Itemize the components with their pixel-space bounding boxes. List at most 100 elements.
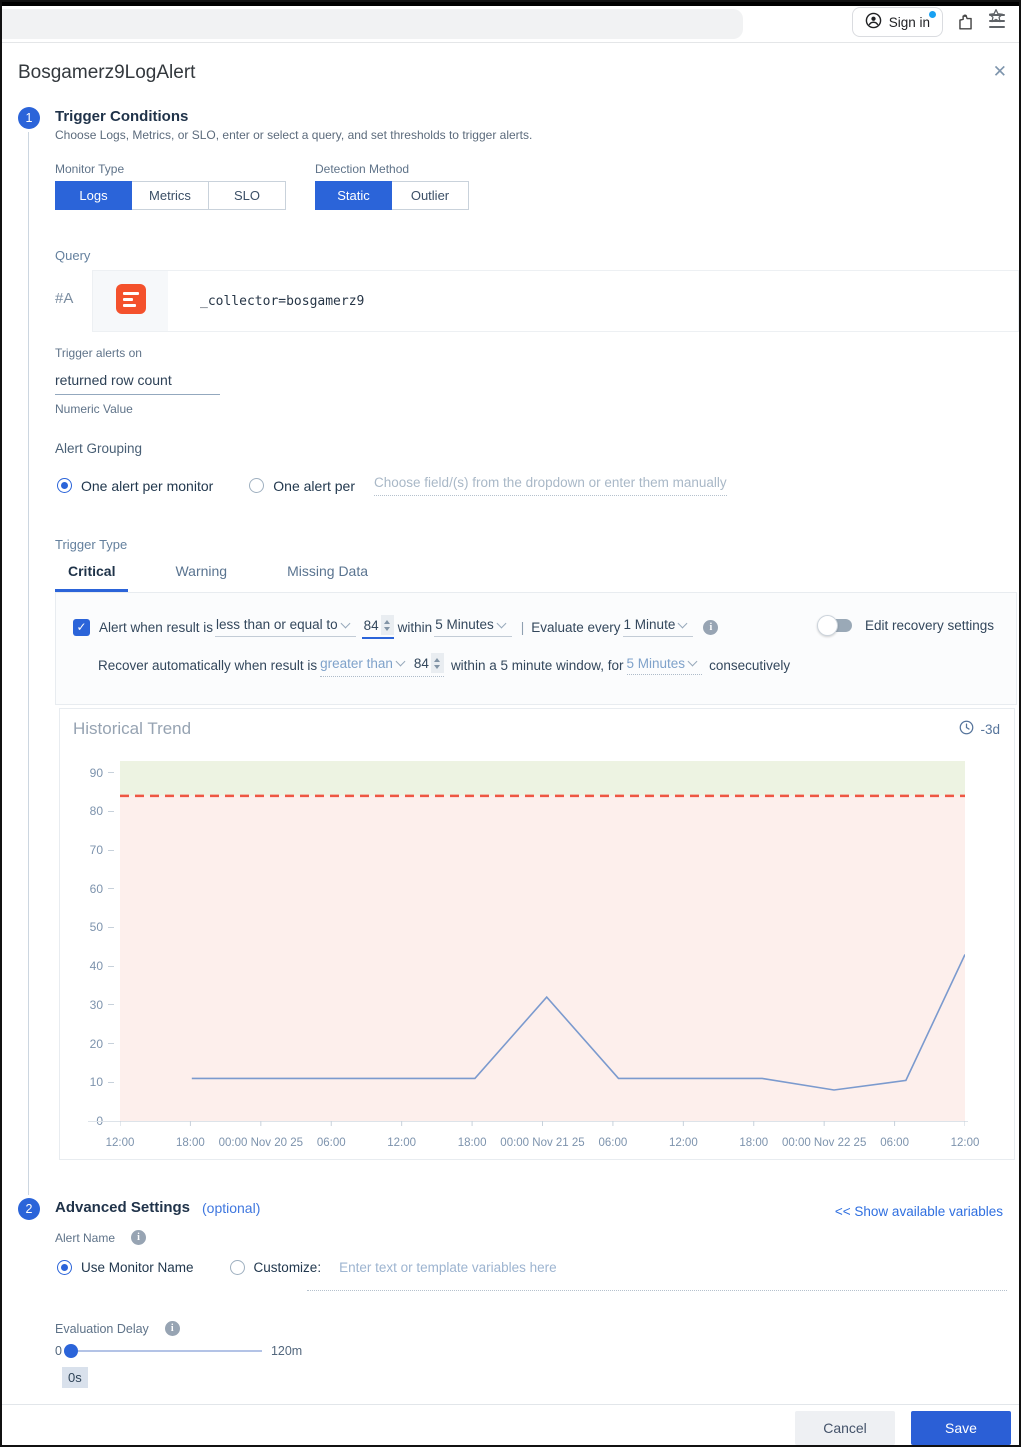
query-input[interactable]: _collector=bosgamerz9: [200, 294, 364, 309]
radio-use-monitor-name[interactable]: [57, 1260, 72, 1275]
query-label: Query: [55, 248, 90, 263]
y-tick-label: 30: [90, 998, 114, 1012]
step-connector-line: [28, 132, 29, 1195]
evaluation-delay-slider-row: 0 120m: [55, 1344, 302, 1358]
y-tick-label: 50: [90, 920, 114, 934]
recover-middle: within a 5 minute window, for: [451, 658, 624, 673]
radio-one-alert-per-monitor[interactable]: [57, 478, 72, 493]
save-button[interactable]: Save: [911, 1411, 1011, 1445]
monitor-type-metrics[interactable]: Metrics: [132, 181, 209, 210]
x-tick-label: 12:00: [951, 1137, 980, 1149]
alert-name-label: Alert Name: [55, 1231, 115, 1245]
recover-suffix: consecutively: [709, 658, 790, 673]
chart-x-axis: 12:0018:0000:00 Nov 20 2506:0012:0018:00…: [120, 1137, 965, 1153]
evaluation-delay-info-icon[interactable]: i: [165, 1321, 180, 1336]
x-tick-label: 00:00 Nov 20 25: [219, 1137, 303, 1149]
x-tick-label: 12:00: [106, 1137, 135, 1149]
evaluation-delay-row: Evaluation Delay i: [55, 1321, 180, 1336]
alert-name-options: Use Monitor Name Customize: Enter text o…: [57, 1260, 557, 1275]
detection-outlier[interactable]: Outlier: [392, 181, 469, 210]
monitor-type-segmented: Logs Metrics SLO: [55, 181, 286, 210]
query-row[interactable]: _collector=bosgamerz9: [92, 270, 1019, 332]
tab-warning[interactable]: Warning: [162, 560, 240, 592]
trigger-alerts-on-label: Trigger alerts on: [55, 346, 142, 360]
operator-dropdown[interactable]: less than or equal to: [215, 617, 356, 637]
x-tick-label: 18:00: [176, 1137, 205, 1149]
close-icon[interactable]: ✕: [993, 62, 1007, 82]
evaluation-delay-slider[interactable]: [66, 1350, 262, 1352]
y-tick-label: 20: [90, 1037, 114, 1051]
x-tick-label: 06:00: [599, 1137, 628, 1149]
show-available-variables-link[interactable]: << Show available variables: [835, 1204, 1003, 1219]
detection-method-segmented: Static Outlier: [315, 181, 469, 210]
edit-recovery-label: Edit recovery settings: [865, 618, 994, 633]
optional-label: (optional): [202, 1200, 260, 1216]
y-tick-label: 10: [90, 1075, 114, 1089]
tab-critical[interactable]: Critical: [55, 560, 128, 592]
page: Sign in Bosgamerz9LogAlert ✕ 1 2 Trigger…: [0, 0, 1021, 1447]
footer-bar: Cancel Save: [2, 1404, 1019, 1447]
y-tick-label: 40: [90, 959, 114, 973]
recover-value-stepper[interactable]: [431, 653, 444, 673]
slider-max-label: 120m: [271, 1344, 302, 1358]
clock-icon: [959, 720, 974, 738]
window-top-edge: [2, 2, 1019, 6]
evaluation-frequency-dropdown[interactable]: 1 Minute: [623, 617, 694, 637]
detection-static[interactable]: Static: [315, 181, 392, 210]
y-tick-label: 60: [90, 882, 114, 896]
delay-value-badge: 0s: [62, 1367, 88, 1388]
alert-grouping-label: Alert Grouping: [55, 441, 142, 456]
chart-y-axis: 9080706050403020100: [60, 761, 114, 1121]
extensions-icon[interactable]: [956, 13, 975, 37]
time-range-label: -3d: [980, 722, 1000, 737]
radio-one-alert-per-field[interactable]: [249, 478, 264, 493]
cancel-button[interactable]: Cancel: [795, 1411, 895, 1445]
y-tick-label: 70: [90, 843, 114, 857]
slider-min-label: 0: [55, 1344, 62, 1358]
query-type-cell[interactable]: [93, 271, 168, 331]
sign-in-button[interactable]: Sign in: [852, 7, 943, 37]
slider-thumb[interactable]: [64, 1344, 78, 1358]
critical-condition-panel: ✓ Alert when result is less than or equa…: [55, 592, 1017, 705]
x-tick-label: 12:00: [387, 1137, 416, 1149]
evaluation-delay-label: Evaluation Delay: [55, 1322, 149, 1336]
trend-time-range[interactable]: -3d: [959, 720, 1000, 738]
tab-missing-data[interactable]: Missing Data: [274, 560, 381, 592]
step-2-badge: 2: [18, 1198, 40, 1220]
monitor-type-logs[interactable]: Logs: [55, 181, 132, 210]
alert-condition-checkbox[interactable]: ✓: [73, 619, 90, 636]
customize-input[interactable]: Enter text or template variables here: [339, 1260, 557, 1275]
chart-plot-area: [120, 761, 965, 1129]
browser-menu-icon[interactable]: [989, 14, 1005, 28]
trigger-alerts-on-select[interactable]: returned row count: [55, 372, 220, 395]
monitor-type-slo[interactable]: SLO: [209, 181, 286, 210]
time-window-dropdown[interactable]: 5 Minutes: [434, 617, 512, 637]
edit-recovery-toggle[interactable]: [820, 619, 852, 632]
info-icon[interactable]: i: [703, 620, 718, 635]
address-bar[interactable]: [0, 9, 743, 39]
numeric-value-helper: Numeric Value: [55, 402, 133, 416]
y-tick-label: 80: [90, 804, 114, 818]
x-tick-label: 06:00: [317, 1137, 346, 1149]
threshold-input[interactable]: 84: [362, 615, 394, 639]
x-tick-label: 00:00 Nov 21 25: [500, 1137, 584, 1149]
logs-query-icon: [115, 283, 147, 320]
customize-input-underline: [307, 1290, 1007, 1291]
use-monitor-name-label: Use Monitor Name: [81, 1260, 194, 1275]
recover-prefix: Recover automatically when result is: [98, 658, 317, 673]
alert-prefix: Alert when result is: [99, 620, 213, 635]
separator: |: [521, 620, 525, 635]
trigger-type-label: Trigger Type: [55, 537, 127, 552]
profile-icon: [865, 12, 882, 32]
section-title-advanced-settings: Advanced Settings: [55, 1199, 190, 1216]
alert-name-info-icon[interactable]: i: [131, 1230, 146, 1245]
query-row-label: #A: [55, 290, 73, 307]
recover-window-dropdown[interactable]: 5 Minutes: [627, 656, 703, 675]
alert-grouping-row: One alert per monitor One alert per Choo…: [57, 475, 727, 496]
detection-method-label: Detection Method: [315, 162, 409, 176]
x-tick-label: 18:00: [739, 1137, 768, 1149]
radio-customize[interactable]: [230, 1260, 245, 1275]
threshold-stepper[interactable]: [381, 615, 394, 635]
recover-operator-dropdown[interactable]: greater than 84: [320, 653, 444, 677]
group-field-input[interactable]: Choose field/(s) from the dropdown or en…: [374, 475, 727, 496]
